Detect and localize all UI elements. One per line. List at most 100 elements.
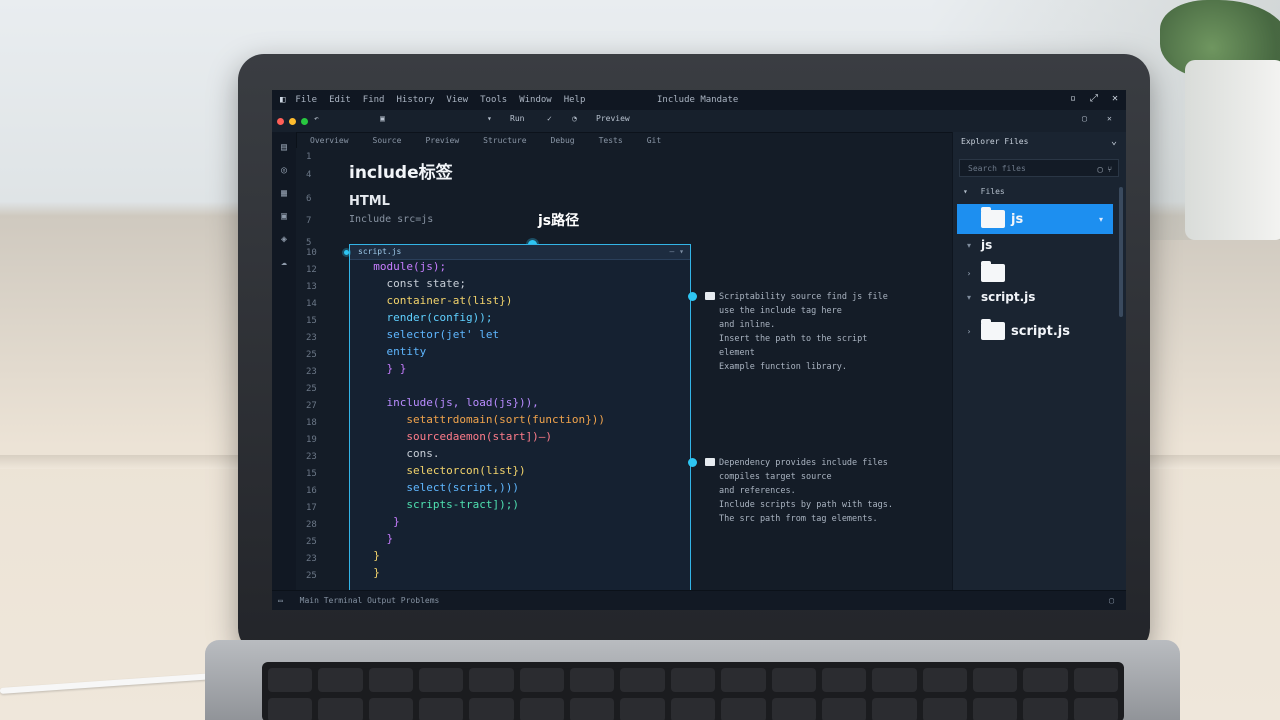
dropdown-icon[interactable]: ▾ [487, 114, 492, 123]
run-button[interactable]: Run [510, 114, 524, 123]
search-icon[interactable]: ◎ [277, 164, 291, 178]
cloud-icon[interactable]: ☁ [277, 256, 291, 270]
line-number: 28 [306, 520, 317, 530]
split-icon[interactable]: ▢ [1082, 114, 1087, 123]
keyboard-key [670, 668, 716, 692]
line-number: 25 [306, 537, 317, 547]
keyboard-key [318, 698, 363, 720]
keyboard-key [721, 668, 766, 692]
code-line: module(js); [360, 260, 447, 273]
menu-item-history[interactable]: History [396, 95, 434, 105]
filter-icon[interactable]: ▢ ⑂ [1098, 161, 1112, 179]
toolbar-close-icon[interactable]: ✕ [1107, 114, 1112, 123]
keyboard-key [469, 668, 514, 692]
keyboard-key [721, 698, 766, 720]
build-icon[interactable]: ◔ [572, 114, 577, 123]
line-number: 23 [306, 452, 317, 462]
check-icon[interactable]: ✓ [547, 114, 552, 123]
explorer-scrollbar[interactable] [1119, 187, 1123, 317]
code-line: render(config)); [360, 311, 493, 324]
files-icon[interactable]: ▤ [277, 141, 291, 155]
tab-debug[interactable]: Debug [551, 136, 575, 145]
window-maximize-dot[interactable] [301, 117, 308, 125]
keyboard-key [620, 668, 665, 692]
keyboard-key [419, 668, 464, 692]
source-control-icon[interactable]: ▦ [277, 187, 291, 201]
note-line: and references. [719, 486, 796, 496]
code-panel-anchor-left[interactable] [344, 250, 349, 255]
debug-icon[interactable]: ▣ [277, 210, 291, 224]
keyboard-key [972, 668, 1018, 692]
tab-structure[interactable]: Structure [483, 136, 526, 145]
line-number: 1 [306, 152, 312, 162]
explorer-search-input[interactable]: Search files ▢ ⑂ [959, 159, 1119, 177]
keyboard-key [318, 668, 363, 692]
menu-item-tools[interactable]: Tools [480, 95, 507, 105]
tree-item-folder[interactable]: › [957, 258, 1113, 288]
folder-icon [705, 458, 715, 466]
code-panel-header: script.js – ▾ [350, 245, 690, 260]
tab-overview[interactable]: Overview [310, 136, 349, 145]
close-icon[interactable]: ✕ [1112, 93, 1118, 104]
chevron-icon[interactable]: ▾ [957, 241, 981, 250]
app-logo-icon: ◧ [280, 95, 286, 105]
restore-icon[interactable]: ⤢ [1090, 93, 1098, 104]
menu-item-window[interactable]: Window [519, 95, 552, 105]
chevron-icon[interactable]: ▾ [957, 293, 981, 302]
tree-item-js[interactable]: ▾ js [957, 234, 1113, 256]
code-line: include(js, load(js})), [360, 396, 539, 409]
keyboard-key [771, 668, 816, 692]
line-number: 23 [306, 554, 317, 564]
folder-icon [981, 319, 1005, 340]
line-number: 15 [306, 316, 317, 326]
window-close-dot[interactable] [277, 117, 284, 125]
explorer-root-label: Files [980, 187, 1005, 196]
tab-tests[interactable]: Tests [599, 136, 623, 145]
tree-item-script-js[interactable]: › script.js [957, 316, 1113, 346]
note-line: Insert the path to the script element [719, 334, 868, 358]
search-placeholder: Search files [968, 164, 1026, 173]
minimize-icon[interactable]: ▫ [1070, 93, 1076, 104]
keyboard-key [1023, 698, 1068, 720]
line-number: 5 [306, 238, 312, 248]
note-anchor-dot[interactable] [688, 458, 697, 467]
tree-item-js[interactable]: js ▾ [957, 204, 1113, 234]
notifications-icon[interactable]: ▢ [1109, 591, 1114, 610]
tree-item-script-js[interactable]: ▾ script.js [957, 286, 1113, 308]
annotation-label: js路径 [538, 213, 580, 229]
menu-item-view[interactable]: View [446, 95, 468, 105]
terminal-icon[interactable]: ▭ [278, 596, 283, 605]
menu-item-help[interactable]: Help [564, 95, 586, 105]
more-icon[interactable]: ▾ [1099, 215, 1103, 224]
keyboard-key [922, 698, 967, 720]
line-number: 27 [306, 401, 317, 411]
keyboard-key [620, 698, 665, 720]
tab-preview[interactable]: Preview [425, 136, 459, 145]
menu-bar: File Edit Find History View Tools Window Help [295, 95, 585, 105]
explorer-collapse-icon[interactable]: ⌄ [1111, 136, 1117, 147]
code-panel-controls-icon[interactable]: – ▾ [670, 245, 684, 259]
line-number: 13 [306, 282, 317, 292]
keyboard-key [368, 668, 414, 692]
chevron-icon[interactable]: › [957, 269, 981, 278]
code-line: } [360, 515, 400, 528]
tree-item-label: js [981, 238, 993, 252]
extensions-icon[interactable]: ◈ [277, 233, 291, 247]
preview-button[interactable]: Preview [596, 114, 630, 123]
code-line: } [360, 532, 394, 545]
menu-item-find[interactable]: Find [363, 95, 385, 105]
file-icon[interactable]: ▣ [380, 114, 385, 123]
back-icon[interactable]: ↶ [314, 114, 319, 123]
note-anchor-dot[interactable] [688, 292, 697, 301]
window-minimize-dot[interactable] [289, 117, 296, 125]
tab-source[interactable]: Source [373, 136, 402, 145]
tab-git[interactable]: Git [647, 136, 661, 145]
menu-item-edit[interactable]: Edit [329, 95, 351, 105]
chevron-icon[interactable]: › [957, 327, 981, 336]
keyboard-key [519, 668, 565, 692]
code-line: entity [360, 345, 427, 358]
explorer-root[interactable]: ▾ Files [963, 187, 1005, 196]
menu-item-file[interactable]: File [295, 95, 317, 105]
code-line: select(script,))) [360, 481, 519, 494]
keyboard-key [570, 668, 615, 692]
